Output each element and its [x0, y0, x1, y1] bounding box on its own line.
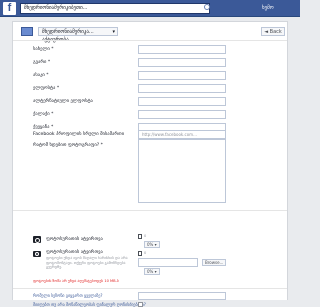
page-thumbnail-icon: [21, 27, 33, 36]
file-icon: [138, 251, 142, 256]
divider: [13, 288, 287, 289]
search-icon[interactable]: [204, 4, 210, 10]
photo1-label: ფოტოსურათის ატვირთვა: [46, 237, 103, 242]
field-label-first-name: სახელი *: [33, 47, 54, 52]
field-label-email: ელფოსტა *: [33, 86, 60, 91]
divider: [13, 40, 287, 41]
last-name-input[interactable]: [138, 58, 226, 67]
textarea-label: რატომ ხდებით ფოტოგრაფი? *: [33, 143, 103, 148]
season-select[interactable]: [138, 292, 226, 300]
photo2-percent-select[interactable]: 0% ▾: [144, 268, 160, 275]
back-button[interactable]: ◄ Back: [261, 27, 285, 36]
reason-textarea[interactable]: [138, 139, 226, 203]
photo1-percent: 0%: [147, 242, 154, 247]
facebook-url-input[interactable]: http://www.facebook.com...: [138, 130, 226, 139]
field-label-alt-email: ალტერნატიული ელფოსტა: [33, 99, 93, 104]
photo2-percent: 0%: [147, 269, 154, 274]
photo2-label: ფოტოსურათის ატვირთვა: [46, 250, 103, 255]
age-input[interactable]: [138, 71, 226, 80]
divider: [13, 210, 287, 211]
page-select-dropdown[interactable]: მხედრიონიამერიკა... აქტიურობა... ▾: [38, 27, 118, 43]
user-profile-link[interactable]: ხემო: [262, 5, 274, 11]
search-input[interactable]: მხედრიონიამერიკიბეთი...: [20, 3, 210, 14]
form-panel: მხედრიონიამერიკა... აქტიურობა... ▾ ◄ Bac…: [12, 21, 288, 307]
photo2-description: ფოტოები უნდა იყოს მაღალი ხარისხის და არა…: [46, 256, 128, 270]
field-label-country: ქვეყანა *: [33, 125, 54, 130]
photo1-percent-select[interactable]: 0% ▾: [144, 241, 160, 248]
browse-button[interactable]: Browse...: [202, 259, 227, 266]
question2-label: მიიღებთ თუ არა მონაწილეობას ფინალურ ღონი…: [33, 302, 146, 307]
chevron-down-icon: ▾: [112, 29, 115, 35]
facebook-logo-icon[interactable]: f: [3, 2, 16, 15]
file-icon: [138, 234, 142, 239]
alt-email-input[interactable]: [138, 97, 226, 106]
question1-label: რომელი სეზონი გიყვართ ყველაზე?: [33, 293, 103, 298]
photo-icon: [33, 236, 41, 243]
photo2-file-input: [138, 258, 198, 267]
photo1-marker: 0: [144, 234, 147, 238]
field-label-last-name: გვარი *: [33, 60, 51, 65]
size-warning: ფოტოების ზომა არ უნდა აღემატებოდეს 10 MB…: [33, 279, 119, 283]
field-label-city: ქალაქი *: [33, 112, 54, 117]
field-label-age: ასაკი *: [33, 73, 49, 78]
field-label-facebook-url: Facebook პროფილის სრული მისამართი: [33, 132, 125, 137]
camera-icon: [33, 251, 41, 257]
participation-checkbox[interactable]: [138, 302, 143, 307]
email-input[interactable]: [138, 84, 226, 93]
first-name-input[interactable]: [138, 45, 226, 54]
facebook-url-placeholder: http://www.facebook.com...: [142, 132, 197, 137]
city-input[interactable]: [138, 110, 226, 119]
photo2-marker: 0: [144, 251, 147, 255]
top-navbar: f მხედრიონიამერიკიბეთი... ხემო: [0, 0, 300, 17]
